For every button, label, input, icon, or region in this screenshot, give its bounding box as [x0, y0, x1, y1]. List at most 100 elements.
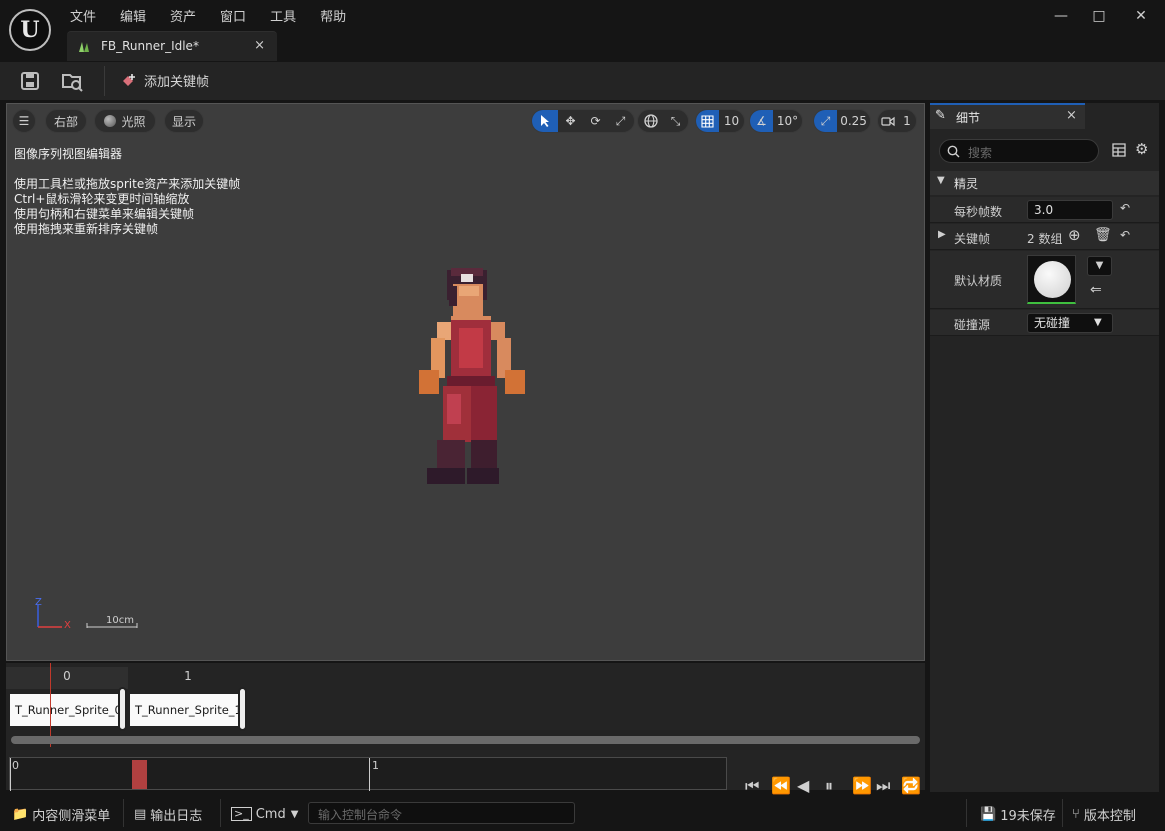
reset-icon[interactable]: ↶ — [1120, 201, 1130, 215]
collision-row: 碰撞源 无碰撞 ▼ — [930, 310, 1159, 336]
chevron-down-icon: ▼ — [1094, 317, 1102, 328]
trash-icon[interactable]: 🗑 — [1094, 227, 1112, 243]
scale-snap-value[interactable]: 0.25 — [837, 110, 870, 132]
output-log-button[interactable]: ▤ 输出日志 — [134, 803, 202, 825]
viewport[interactable]: ☰ 右部 光照 显示 ✥ ⟳ ⤢ ⤡ 10 ∡ 10° ⤢ 0.25 1 图像序… — [6, 103, 925, 661]
maximize-button[interactable]: □ — [1084, 8, 1114, 30]
status-bar: 📁 内容侧滑菜单 ▤ 输出日志 >_ Cmd ▼ 输入控制台命令 💾 19未保存… — [0, 796, 1165, 831]
scrub-playhead[interactable] — [132, 760, 147, 789]
grid-snap-group: 10 — [695, 109, 745, 133]
output-log-icon: ▤ — [134, 806, 147, 822]
surface-snap-icon[interactable]: ⤡ — [663, 110, 688, 132]
menu-window[interactable]: 窗口 — [220, 6, 246, 25]
source-control-button[interactable]: ⑂ 版本控制 — [1072, 803, 1136, 825]
play-reverse-icon[interactable]: ◀ — [797, 776, 809, 795]
output-log-label: 输出日志 — [150, 808, 203, 824]
menu-tools[interactable]: 工具 — [270, 6, 296, 25]
keyframe-handle[interactable] — [118, 687, 127, 731]
unsaved-button[interactable]: 💾 19未保存 — [980, 803, 1056, 825]
content-drawer-button[interactable]: 📁 内容侧滑菜单 — [12, 803, 110, 825]
search-input[interactable]: 搜索 — [939, 139, 1099, 163]
scrub-mark-label: 1 — [372, 759, 379, 772]
fps-input[interactable]: 3.0 — [1027, 200, 1113, 220]
collision-dropdown[interactable]: 无碰撞 ▼ — [1027, 313, 1113, 333]
scale-tool-icon[interactable]: ⤢ — [608, 110, 633, 132]
rotation-snap-value[interactable]: 10° — [773, 110, 802, 132]
show-button[interactable]: 显示 — [164, 109, 204, 133]
minimize-button[interactable]: — — [1046, 8, 1076, 30]
close-icon[interactable]: × — [1066, 108, 1077, 123]
keyframe-1[interactable]: T_Runner_Sprite_1 — [130, 694, 238, 726]
world-space-icon[interactable] — [638, 110, 663, 132]
cmd-dropdown[interactable]: >_ Cmd ▼ — [231, 803, 298, 825]
close-icon[interactable]: × — [254, 38, 265, 53]
material-thumbnail[interactable] — [1027, 255, 1076, 304]
content-drawer-label: 内容侧滑菜单 — [32, 808, 111, 824]
jump-to-end-icon[interactable]: ⏭ — [876, 776, 890, 796]
rotate-tool-icon[interactable]: ⟳ — [583, 110, 608, 132]
viewport-menu-button[interactable]: ☰ — [12, 109, 36, 133]
grid-snap-value[interactable]: 10 — [719, 110, 744, 132]
tab-label: FB_Runner_Idle* — [101, 39, 199, 53]
coordinate-tools: ⤡ — [637, 109, 689, 133]
menu-asset[interactable]: 资产 — [170, 6, 196, 25]
loop-icon[interactable]: 🔁 — [901, 776, 921, 795]
pause-icon[interactable]: ⏸ — [825, 776, 833, 796]
settings-gear-icon[interactable]: ⚙ — [1135, 140, 1148, 158]
jump-to-start-icon[interactable]: ⏮ — [745, 776, 759, 796]
step-back-icon[interactable]: ⏪ — [771, 776, 791, 795]
add-keyframe-label: 添加关键帧 — [144, 75, 210, 90]
details-tab-label: 细节 — [956, 111, 981, 125]
keyframe-handle[interactable] — [238, 687, 247, 731]
rotation-snap-group: ∡ 10° — [749, 109, 803, 133]
branch-icon: ⑂ — [1072, 806, 1080, 822]
camera-speed-value: 1 — [903, 114, 911, 128]
pencil-icon: ✎ — [935, 108, 946, 123]
select-tool-icon[interactable] — [532, 110, 558, 132]
menu-file[interactable]: 文件 — [70, 6, 96, 25]
keyframes-count: 2 数组元素 — [1027, 232, 1063, 246]
chevron-right-icon[interactable]: ▶ — [938, 229, 946, 240]
axis-z-label: Z — [35, 597, 42, 608]
close-window-button[interactable]: ✕ — [1126, 8, 1156, 30]
category-sprite[interactable]: ▼ 精灵 — [930, 171, 1159, 195]
add-element-icon[interactable]: ⊕ — [1068, 226, 1081, 244]
camera-speed-group[interactable]: 1 — [877, 109, 917, 133]
table-view-icon[interactable] — [1112, 143, 1126, 157]
material-sphere — [1034, 261, 1071, 298]
reset-icon[interactable]: ↶ — [1120, 228, 1130, 242]
console-input[interactable]: 输入控制台命令 — [308, 802, 575, 824]
console-placeholder: 输入控制台命令 — [318, 808, 403, 822]
playhead-line[interactable] — [50, 663, 51, 747]
step-forward-icon[interactable]: ⏩ — [852, 776, 872, 795]
material-row: 默认材质 ▼ ⇐ — [930, 251, 1159, 309]
menu-edit[interactable]: 编辑 — [120, 6, 146, 25]
use-selected-icon[interactable]: ⇐ — [1090, 282, 1102, 298]
cmd-label: Cmd — [255, 806, 286, 822]
scrub-bar[interactable]: 0 1 — [9, 757, 727, 791]
transform-tools: ✥ ⟳ ⤢ — [531, 109, 635, 133]
add-keyframe-icon — [123, 73, 135, 86]
unreal-logo[interactable]: U — [9, 9, 51, 51]
details-tab[interactable]: ✎ 细节 × — [930, 103, 1085, 129]
move-tool-icon[interactable]: ✥ — [558, 110, 583, 132]
document-tab[interactable]: FB_Runner_Idle* × — [67, 31, 277, 61]
lighting-button[interactable]: 光照 — [94, 109, 156, 133]
add-keyframe-button[interactable]: 添加关键帧 — [120, 71, 209, 90]
grid-snap-icon[interactable] — [696, 110, 720, 132]
timeline-panel: 0 1 T_Runner_Sprite_0 T_Runner_Sprite_1 … — [6, 663, 925, 791]
material-dropdown[interactable]: ▼ — [1087, 256, 1112, 276]
runner-sprite[interactable] — [407, 264, 527, 499]
browse-icon[interactable] — [60, 70, 84, 92]
timeline-scrollbar[interactable] — [11, 736, 920, 744]
keyframe-0[interactable]: T_Runner_Sprite_0 — [10, 694, 122, 726]
view-mode-button[interactable]: 右部 — [45, 109, 87, 133]
save-icon[interactable] — [18, 70, 42, 92]
asset-toolbar: 添加关键帧 — [0, 62, 1165, 100]
rotation-snap-icon[interactable]: ∡ — [750, 110, 774, 132]
unsaved-label: 19未保存 — [1000, 808, 1056, 824]
lit-sphere-icon — [104, 115, 117, 127]
menu-help[interactable]: 帮助 — [320, 6, 346, 25]
scale-snap-icon[interactable]: ⤢ — [814, 110, 838, 132]
scale-label: 10cm — [106, 615, 134, 626]
